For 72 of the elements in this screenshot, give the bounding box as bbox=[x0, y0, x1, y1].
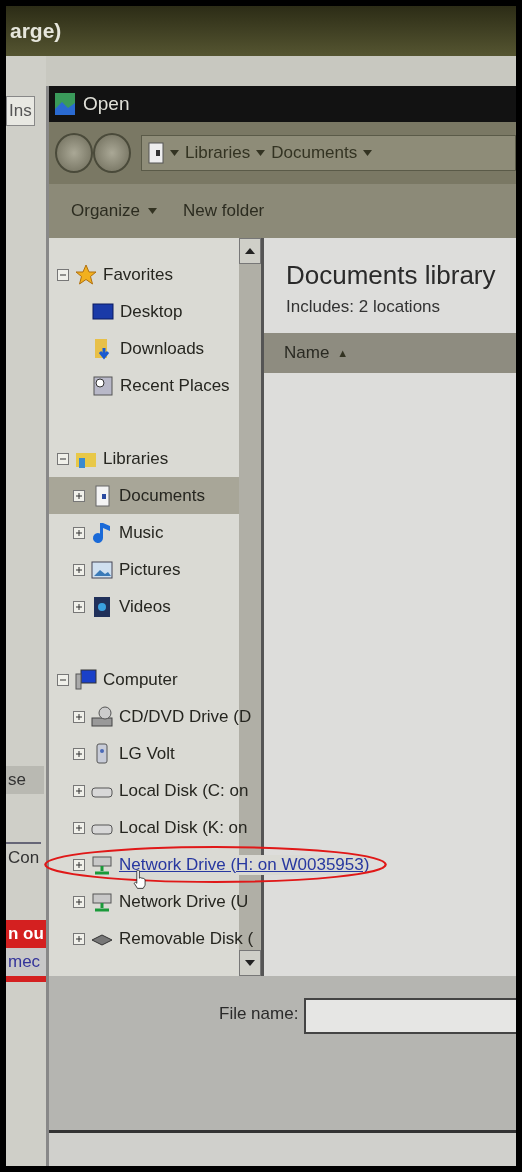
tree-item[interactable]: CD/DVD Drive (D bbox=[119, 706, 252, 727]
library-title: Documents library bbox=[286, 260, 497, 291]
tree-item[interactable]: Pictures bbox=[119, 559, 181, 580]
tree-item[interactable]: Removable Disk ( bbox=[119, 928, 254, 949]
column-header[interactable]: Name ▲ bbox=[264, 333, 516, 373]
hand-cursor-icon bbox=[133, 870, 147, 889]
picture-icon bbox=[91, 558, 113, 581]
music-note-icon bbox=[91, 521, 113, 544]
network-drive-icon bbox=[91, 853, 113, 876]
selected-row-highlight[interactable]: Documents bbox=[49, 477, 239, 514]
tree-item[interactable]: Music bbox=[119, 522, 164, 543]
network-drive-icon bbox=[91, 890, 113, 913]
window-title: arge) bbox=[10, 19, 62, 43]
tree-item[interactable]: Libraries bbox=[103, 448, 169, 469]
tree-item[interactable]: Downloads bbox=[120, 338, 205, 359]
caret-icon bbox=[148, 208, 157, 214]
tree-item[interactable]: Documents bbox=[119, 485, 205, 506]
expand-icon[interactable] bbox=[73, 932, 85, 945]
star-icon bbox=[75, 263, 97, 286]
caret-icon bbox=[170, 150, 179, 156]
expand-icon[interactable] bbox=[73, 563, 85, 576]
expand-icon[interactable] bbox=[73, 600, 85, 613]
scroll-up-button[interactable] bbox=[239, 238, 261, 264]
input-field[interactable]: Ins bbox=[6, 96, 35, 126]
expand-icon[interactable] bbox=[73, 784, 85, 797]
breadcrumb-item[interactable]: Libraries bbox=[170, 143, 251, 163]
breadcrumb-item[interactable]: Documents bbox=[256, 143, 358, 163]
expand-icon[interactable] bbox=[73, 489, 85, 502]
file-name-field[interactable] bbox=[304, 998, 516, 1034]
computer-icon bbox=[75, 668, 97, 691]
up-arrow-icon bbox=[245, 248, 255, 254]
forward-button[interactable] bbox=[93, 133, 131, 173]
down-arrow-icon bbox=[245, 960, 255, 966]
expand-icon[interactable] bbox=[73, 747, 85, 760]
expand-icon[interactable] bbox=[73, 895, 85, 908]
app-icon bbox=[55, 93, 75, 115]
scroll-down-button[interactable] bbox=[239, 950, 261, 976]
tree-item[interactable]: Favorites bbox=[103, 264, 173, 285]
expand-icon[interactable] bbox=[73, 526, 85, 539]
sort-arrow-icon: ▲ bbox=[337, 347, 349, 359]
organize-button[interactable]: Organize bbox=[69, 199, 159, 223]
tree-item[interactable]: Network Drive (U bbox=[119, 891, 249, 912]
collapse-icon[interactable] bbox=[57, 268, 69, 281]
desktop-icon bbox=[92, 300, 114, 323]
caret-icon bbox=[256, 150, 266, 156]
library-subtitle: Includes: 2 locations bbox=[286, 297, 442, 317]
tree-item[interactable]: Desktop bbox=[120, 301, 183, 322]
partial-link[interactable]: mec bbox=[6, 948, 46, 982]
tree-item[interactable]: Videos bbox=[119, 596, 171, 617]
expand-icon[interactable] bbox=[73, 821, 85, 834]
expand-icon[interactable] bbox=[73, 858, 85, 871]
tree-item[interactable]: LG Volt bbox=[119, 743, 175, 764]
new-folder-button[interactable]: New folder bbox=[181, 199, 267, 223]
alert-banner: n ou bbox=[6, 920, 46, 948]
collapse-icon[interactable] bbox=[57, 673, 69, 686]
partial-button[interactable]: se bbox=[6, 766, 44, 794]
dialog-title: Open bbox=[83, 93, 130, 115]
tree-item[interactable]: Recent Places bbox=[120, 375, 230, 396]
collapse-icon[interactable] bbox=[57, 452, 69, 465]
tree-item[interactable]: Local Disk (C: on bbox=[119, 780, 249, 801]
document-icon bbox=[148, 142, 164, 164]
address-bar[interactable]: Libraries Documents bbox=[141, 135, 516, 171]
file-name-label: File name: bbox=[219, 1004, 299, 1024]
film-icon bbox=[91, 595, 113, 618]
disc-drive-icon bbox=[91, 705, 113, 728]
caret-icon bbox=[363, 150, 373, 156]
tree-item[interactable]: Computer bbox=[103, 669, 178, 690]
clock-folder-icon bbox=[92, 374, 114, 397]
back-button[interactable] bbox=[55, 133, 93, 173]
expand-icon[interactable] bbox=[73, 710, 85, 723]
tree-item[interactable]: Local Disk (K: on bbox=[119, 817, 248, 838]
partial-tab[interactable]: Con bbox=[6, 842, 42, 872]
